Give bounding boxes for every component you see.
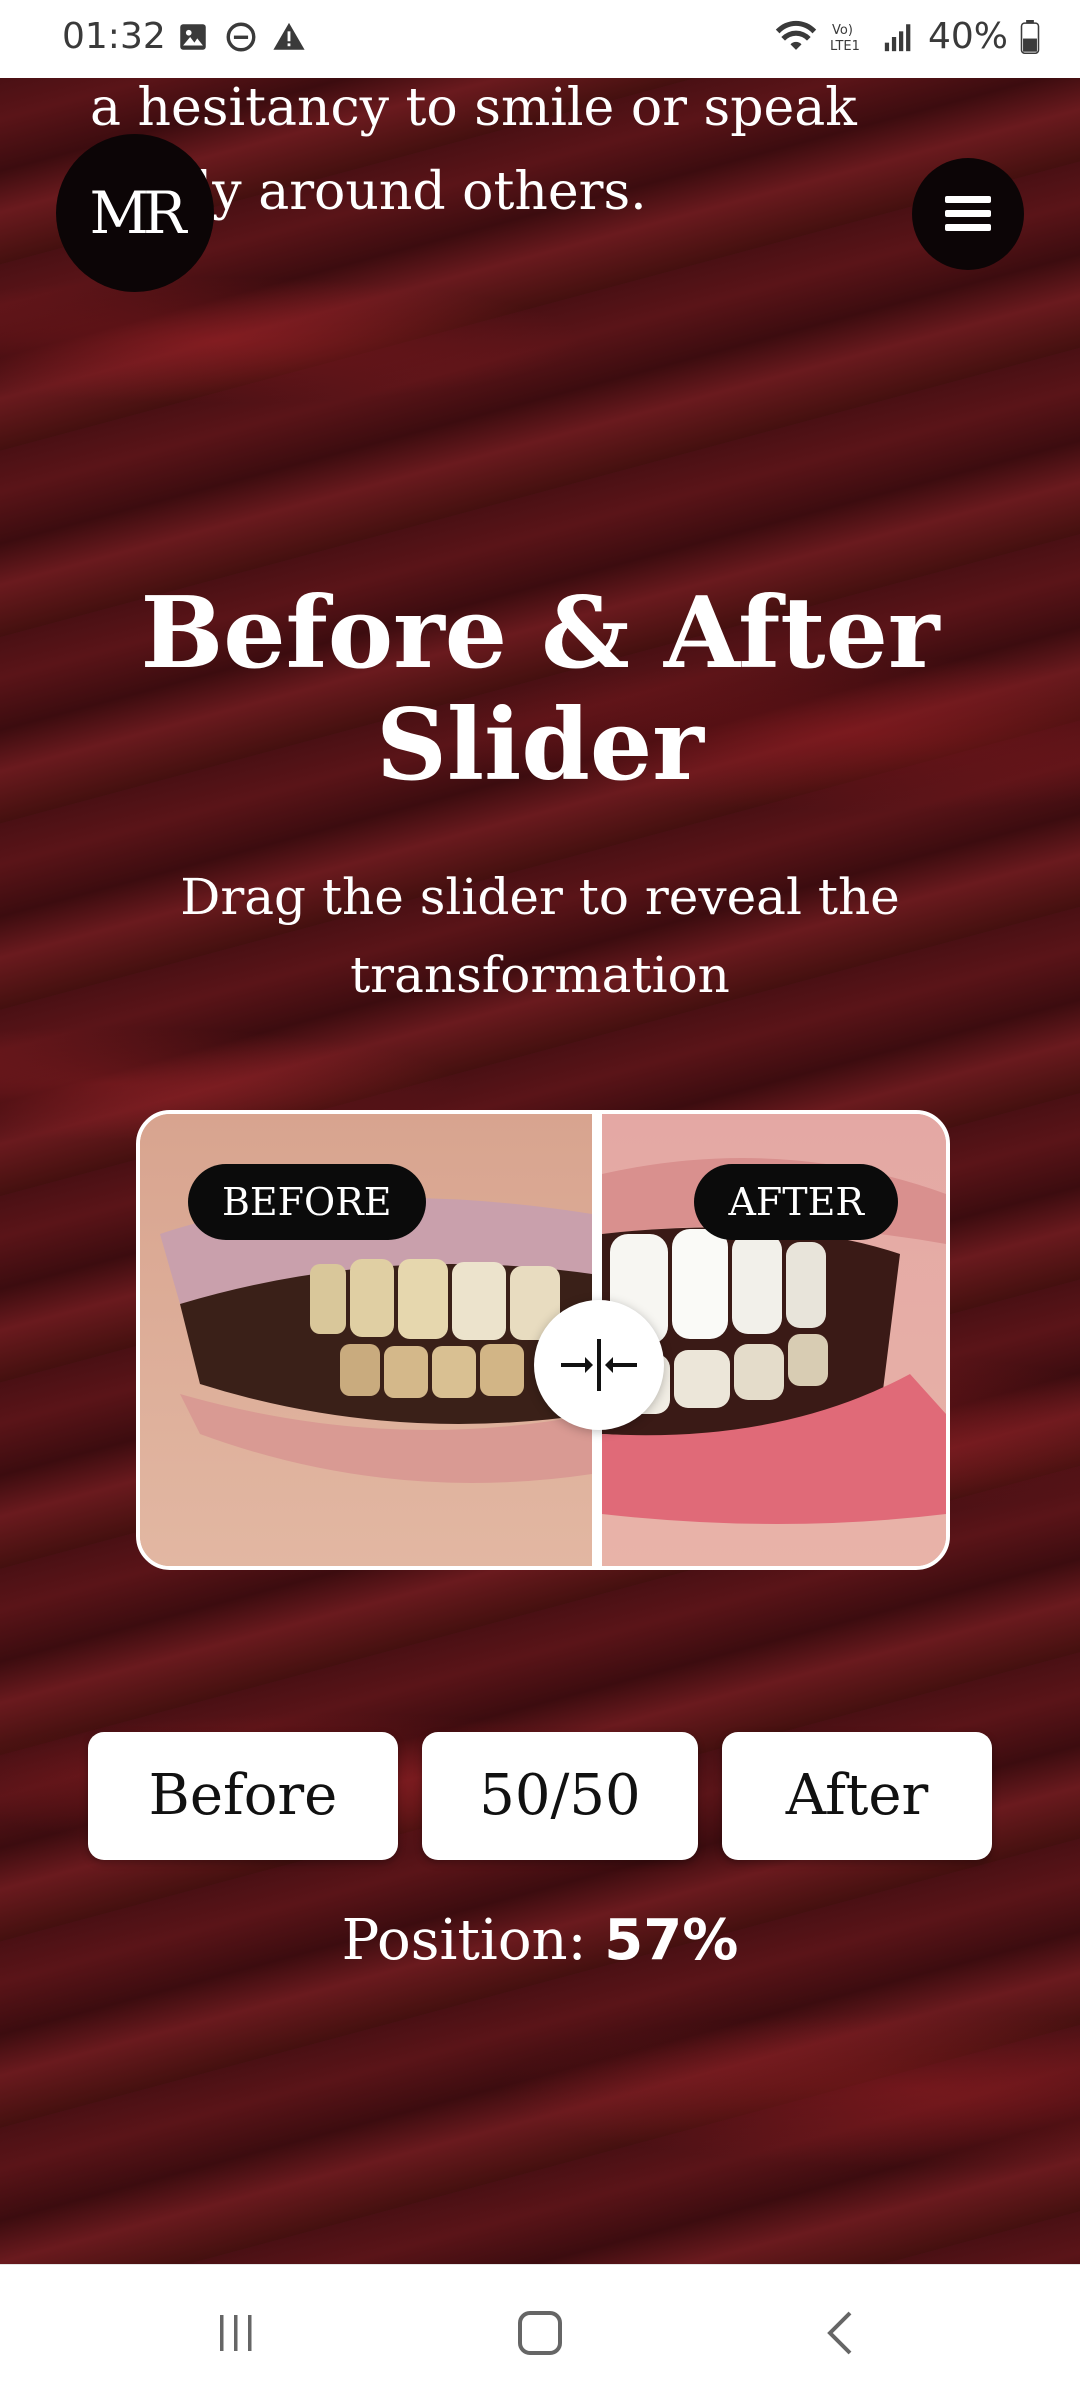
before-after-comparison[interactable]: BEFORE AFTER — [136, 1110, 950, 1570]
back-icon — [827, 2311, 852, 2355]
show-50-50-button[interactable]: 50/50 — [422, 1732, 698, 1860]
dnd-icon — [226, 22, 256, 52]
warning-icon — [273, 22, 305, 50]
back-button[interactable] — [812, 2303, 872, 2363]
system-nav-bar — [0, 2264, 1080, 2401]
intro-line-2: freely around others. — [90, 162, 647, 222]
volte-icon: Vo)LTE1 — [830, 23, 860, 54]
page-background: a hesitancy to smile or speak freely aro… — [0, 78, 1080, 2264]
svg-text:LTE1: LTE1 — [830, 39, 860, 54]
home-button[interactable] — [510, 2303, 570, 2363]
position-readout: Position: 57% — [0, 1908, 1080, 1973]
intro-text: a hesitancy to smile or speak freely aro… — [90, 78, 990, 234]
home-icon — [518, 2311, 562, 2355]
show-after-button[interactable]: After — [722, 1732, 992, 1860]
battery-percent: 40% — [927, 16, 1008, 57]
after-tag: AFTER — [694, 1164, 898, 1240]
compare-arrows-icon — [561, 1339, 637, 1391]
recents-button[interactable] — [206, 2303, 266, 2363]
position-label: Position: — [341, 1908, 587, 1973]
status-icons-right: Vo) LTE1 40% — [774, 16, 1040, 57]
status-icons-left — [176, 20, 306, 54]
battery-icon — [1020, 19, 1040, 54]
wifi-icon — [775, 20, 817, 50]
page-title-text: Before & After Slider — [140, 576, 940, 803]
status-bar: 01:32 Vo) LTE1 40% — [0, 0, 1080, 78]
slider-handle[interactable] — [534, 1300, 664, 1430]
signal-icon — [884, 23, 911, 51]
before-tag: BEFORE — [188, 1164, 426, 1240]
logo-text: MR — [89, 179, 186, 247]
svg-text:Vo): Vo) — [832, 23, 853, 38]
page-subtitle: Drag the slider to reveal the transforma… — [180, 868, 900, 1004]
image-icon — [180, 24, 206, 50]
hamburger-icon — [945, 196, 991, 231]
show-before-button[interactable]: Before — [88, 1732, 398, 1860]
position-value: 57% — [604, 1908, 739, 1973]
site-logo[interactable]: MR — [56, 134, 214, 292]
recents-icon — [220, 2315, 252, 2351]
menu-button[interactable] — [912, 158, 1024, 270]
status-time: 01:32 — [62, 16, 166, 57]
intro-line-1: a hesitancy to smile or speak — [90, 78, 857, 138]
page-title: Before & After Slider — [0, 578, 1080, 802]
